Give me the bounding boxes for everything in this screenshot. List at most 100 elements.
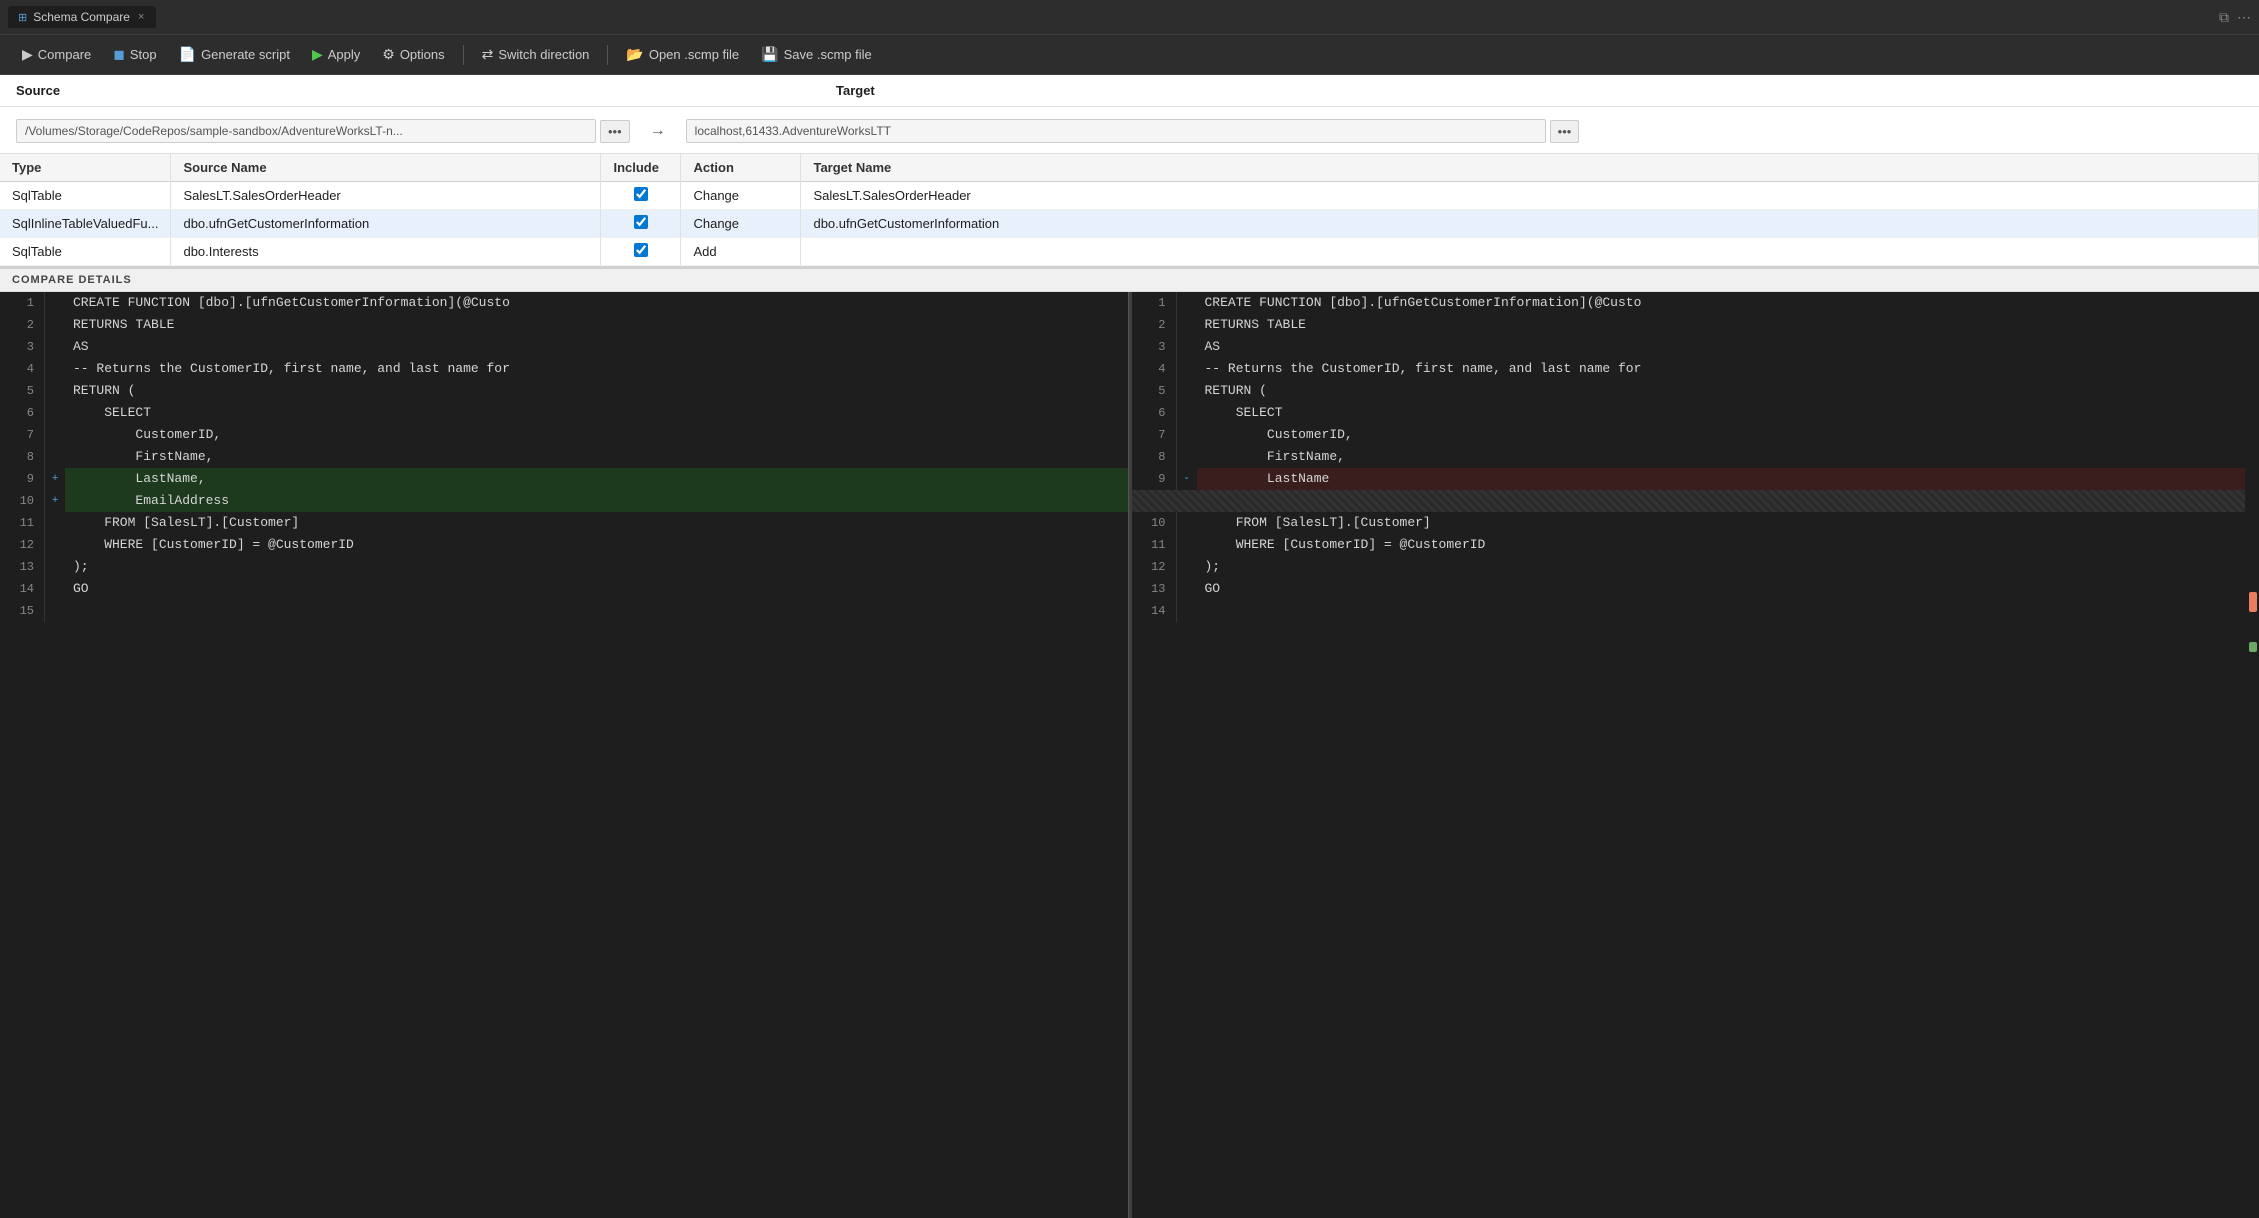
- line-gutter: [45, 600, 65, 622]
- more-options-icon[interactable]: ⋯: [2237, 9, 2251, 26]
- line-content: FirstName,: [1197, 446, 2259, 468]
- line-content: );: [1197, 556, 2259, 578]
- line-content: SELECT: [65, 402, 1128, 424]
- options-icon: ⚙: [382, 46, 395, 63]
- target-section-label: Target: [836, 75, 875, 106]
- line-content: FirstName,: [65, 446, 1128, 468]
- toolbar: ▶ Compare ◼ Stop 📄 Generate script ▶ App…: [0, 35, 2259, 75]
- line-number: 9: [1132, 468, 1177, 490]
- table-row[interactable]: SqlTableSalesLT.SalesOrderHeaderChangeSa…: [0, 182, 2259, 210]
- apply-button[interactable]: ▶ Apply: [302, 42, 370, 67]
- target-connection-wrap: localhost,61433.AdventureWorksLTT •••: [686, 119, 1580, 143]
- line-number: 14: [1132, 600, 1177, 622]
- source-code-pane[interactable]: 1 CREATE FUNCTION [dbo].[ufnGetCustomerIn…: [0, 292, 1129, 1218]
- open-scmp-button[interactable]: 📂 Open .scmp file: [616, 42, 749, 67]
- line-number: 4: [1132, 358, 1177, 380]
- cell-source-name: dbo.ufnGetCustomerInformation: [171, 210, 601, 238]
- cell-action: Add: [681, 238, 801, 266]
- line-gutter: [45, 314, 65, 336]
- code-line: 7 CustomerID,: [1132, 424, 2259, 446]
- line-content: );: [65, 556, 1128, 578]
- code-line: 5RETURN (: [1132, 380, 2259, 402]
- generate-script-button[interactable]: 📄 Generate script: [169, 42, 300, 67]
- code-line: 6 SELECT: [0, 402, 1128, 424]
- include-checkbox[interactable]: [634, 187, 648, 201]
- line-gutter: [45, 292, 65, 314]
- switch-direction-button[interactable]: ⇄ Switch direction: [472, 42, 600, 67]
- window-controls: ⧉ ⋯: [2219, 9, 2251, 26]
- split-editor-icon[interactable]: ⧉: [2219, 9, 2229, 26]
- line-content: RETURN (: [1197, 380, 2259, 402]
- line-content: GO: [65, 578, 1128, 600]
- code-line: 3AS: [0, 336, 1128, 358]
- tab-close-button[interactable]: ×: [136, 11, 146, 23]
- line-gutter: [45, 512, 65, 534]
- save-scmp-button[interactable]: 💾 Save .scmp file: [751, 42, 882, 67]
- code-line: 10+ EmailAddress: [0, 490, 1128, 512]
- line-number: 1: [1132, 292, 1177, 314]
- line-content: CustomerID,: [65, 424, 1128, 446]
- line-number: 3: [0, 336, 45, 358]
- target-ellipsis-button[interactable]: •••: [1550, 120, 1580, 143]
- cell-source-name: dbo.Interests: [171, 238, 601, 266]
- line-number: 1: [0, 292, 45, 314]
- source-ellipsis-button[interactable]: •••: [600, 120, 630, 143]
- table-row[interactable]: SqlTabledbo.Interests Add: [0, 238, 2259, 266]
- code-line: 5RETURN (: [0, 380, 1128, 402]
- line-number: 6: [1132, 402, 1177, 424]
- line-gutter: [1177, 358, 1197, 380]
- cell-type: SqlTable: [0, 238, 171, 266]
- line-gutter: +: [45, 468, 65, 490]
- stop-button[interactable]: ◼ Stop: [103, 42, 166, 67]
- comparison-table: Type Source Name Include Action Target N…: [0, 154, 2259, 266]
- line-number: 2: [1132, 314, 1177, 336]
- code-line: 15: [0, 600, 1128, 622]
- scrollbar-track[interactable]: [2245, 292, 2259, 1218]
- line-content: FROM [SalesLT].[Customer]: [1197, 512, 2259, 534]
- line-gutter: [1177, 512, 1197, 534]
- target-code-pane[interactable]: 1CREATE FUNCTION [dbo].[ufnGetCustomerIn…: [1132, 292, 2259, 1218]
- line-gutter: [45, 380, 65, 402]
- line-number: 11: [0, 512, 45, 534]
- line-gutter: [45, 424, 65, 446]
- code-line: 14GO: [0, 578, 1128, 600]
- include-checkbox[interactable]: [634, 215, 648, 229]
- code-line: 8 FirstName,: [1132, 446, 2259, 468]
- line-gutter: [1177, 292, 1197, 314]
- line-gutter: [1177, 534, 1197, 556]
- cell-include: [601, 210, 681, 238]
- line-gutter: [1177, 578, 1197, 600]
- compare-button[interactable]: ▶ Compare: [12, 42, 101, 67]
- main-content: Source Target /Volumes/Storage/CodeRepos…: [0, 75, 2259, 1218]
- line-gutter: [1177, 446, 1197, 468]
- source-path: /Volumes/Storage/CodeRepos/sample-sandbo…: [16, 119, 596, 143]
- line-content: SELECT: [1197, 402, 2259, 424]
- code-line: 10 FROM [SalesLT].[Customer]: [1132, 512, 2259, 534]
- options-button[interactable]: ⚙ Options: [372, 42, 454, 67]
- line-number: 10: [0, 490, 45, 512]
- line-gutter: +: [45, 490, 65, 512]
- line-content: RETURN (: [65, 380, 1128, 402]
- line-gutter: [45, 534, 65, 556]
- include-checkbox[interactable]: [634, 243, 648, 257]
- schema-compare-tab[interactable]: ⊞ Schema Compare ×: [8, 6, 156, 28]
- cell-type: SqlInlineTableValuedFu...: [0, 210, 171, 238]
- line-content: CREATE FUNCTION [dbo].[ufnGetCustomerInf…: [65, 292, 1128, 314]
- line-content: GO: [1197, 578, 2259, 600]
- line-content: [1197, 600, 2259, 622]
- direction-arrow-icon: →: [650, 122, 666, 140]
- code-line: 4-- Returns the CustomerID, first name, …: [1132, 358, 2259, 380]
- source-section-label: Source: [16, 75, 676, 106]
- line-number: 2: [0, 314, 45, 336]
- line-number: 10: [1132, 512, 1177, 534]
- col-header-target-name: Target Name: [801, 154, 2259, 182]
- code-line: 12 WHERE [CustomerID] = @CustomerID: [0, 534, 1128, 556]
- table-row[interactable]: SqlInlineTableValuedFu...dbo.ufnGetCusto…: [0, 210, 2259, 238]
- line-content: FROM [SalesLT].[Customer]: [65, 512, 1128, 534]
- line-gutter: [1177, 402, 1197, 424]
- diff-panes: 1CREATE FUNCTION [dbo].[ufnGetCustomerIn…: [0, 292, 2259, 1218]
- apply-icon: ▶: [312, 46, 323, 63]
- col-header-action: Action: [681, 154, 801, 182]
- code-line: 8 FirstName,: [0, 446, 1128, 468]
- target-path: localhost,61433.AdventureWorksLTT: [686, 119, 1546, 143]
